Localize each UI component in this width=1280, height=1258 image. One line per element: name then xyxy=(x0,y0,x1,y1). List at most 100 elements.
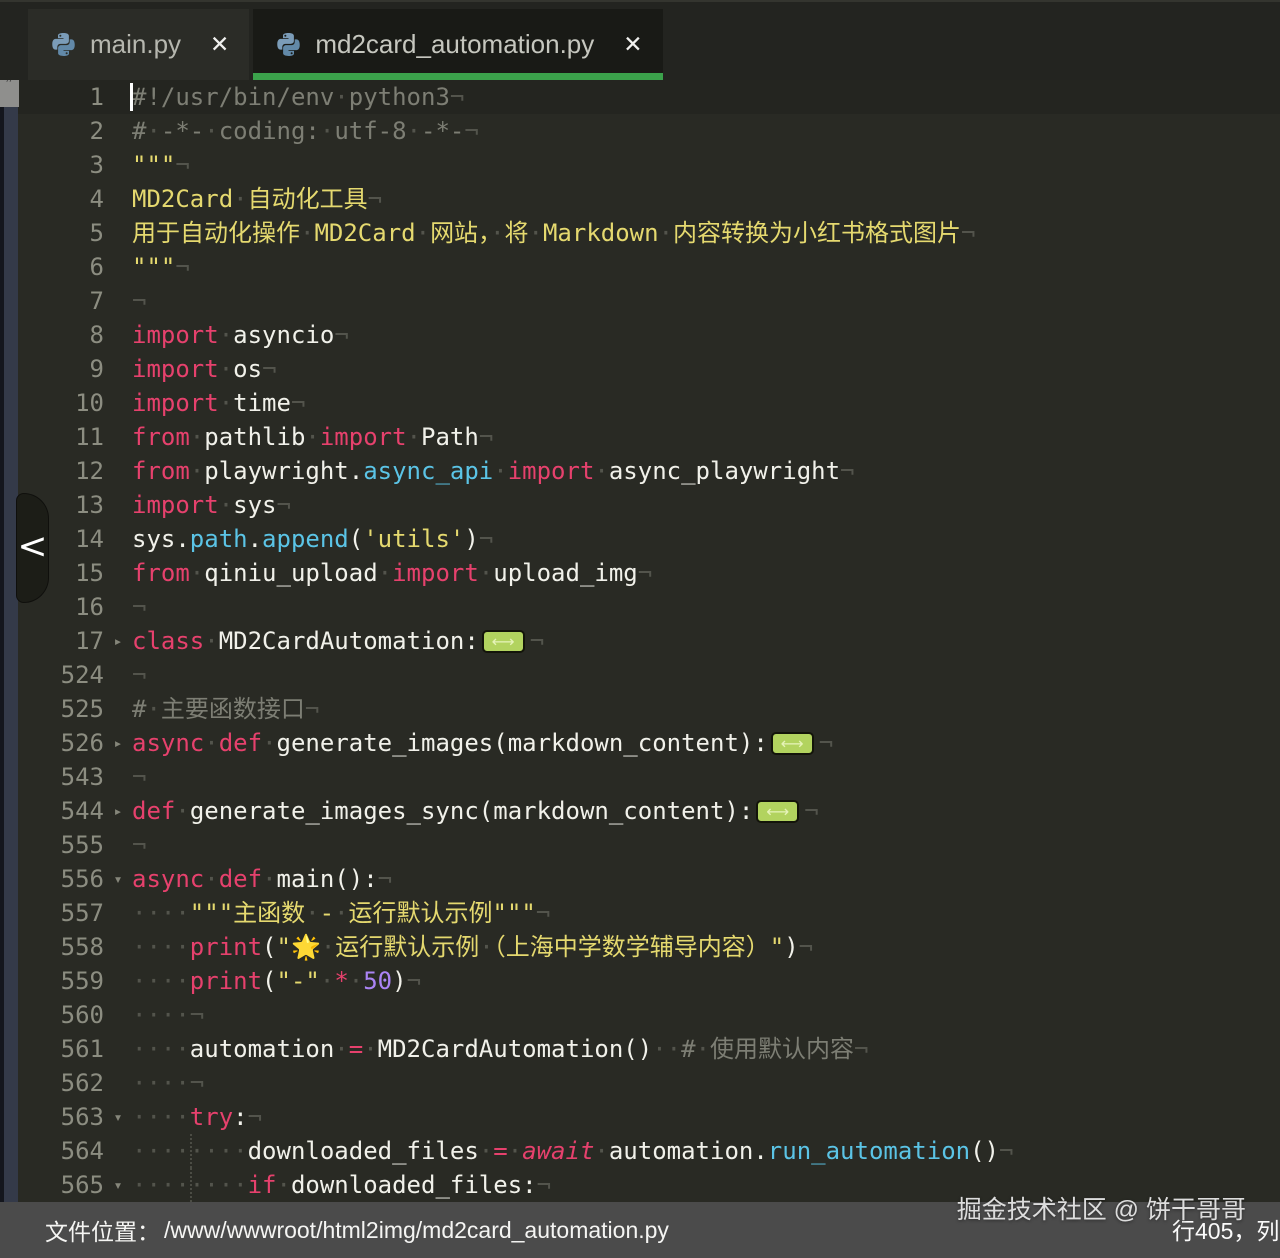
code-text[interactable]: class·MD2CardAutomation:⟷¬ xyxy=(132,624,1280,658)
whitespace-marks: · xyxy=(320,117,334,145)
code-text[interactable]: ····"""主函数·-·运行默认示例"""¬ xyxy=(132,896,1280,930)
code-text[interactable]: import·sys¬ xyxy=(132,488,1280,522)
code-line[interactable]: 544▸def·generate_images_sync(markdown_co… xyxy=(0,794,1280,828)
code-line[interactable]: 561····automation·=·MD2CardAutomation()·… xyxy=(0,1032,1280,1066)
code-line[interactable]: 10import·time¬ xyxy=(0,386,1280,420)
fold-arrow-icon[interactable]: ▸ xyxy=(104,624,132,658)
code-line[interactable]: 12from·playwright.async_api·import·async… xyxy=(0,454,1280,488)
close-icon[interactable]: ✕ xyxy=(623,33,642,56)
fold-arrow-icon[interactable]: ▾ xyxy=(104,1100,132,1134)
whitespace-marks: ¬ xyxy=(638,559,652,587)
code-text[interactable]: from·pathlib·import·Path¬ xyxy=(132,420,1280,454)
whitespace-marks: ¬ xyxy=(537,1171,551,1199)
fold-arrow-icon[interactable]: ▸ xyxy=(104,726,132,760)
code-line[interactable]: 6"""¬ xyxy=(0,250,1280,284)
code-line[interactable]: 559····print("-"·*·50)¬ xyxy=(0,964,1280,998)
fold-gutter xyxy=(104,964,132,998)
code-line[interactable]: 563▾····try:¬ xyxy=(0,1100,1280,1134)
code-text[interactable]: ····print("-"·*·50)¬ xyxy=(132,964,1280,998)
code-line[interactable]: 8import·asyncio¬ xyxy=(0,318,1280,352)
code-line[interactable]: 13import·sys¬ xyxy=(0,488,1280,522)
code-line[interactable]: 4MD2Card·自动化工具¬ xyxy=(0,182,1280,216)
code-line[interactable]: 1#!/usr/bin/env·python3¬ xyxy=(0,80,1280,114)
folded-code-pill[interactable]: ⟷ xyxy=(482,630,525,653)
fold-gutter xyxy=(104,386,132,420)
code-line[interactable]: 524¬ xyxy=(0,658,1280,692)
code-text[interactable]: from·qiniu_upload·import·upload_img¬ xyxy=(132,556,1280,590)
whitespace-marks: ····¬ xyxy=(132,1069,204,1097)
code-line[interactable]: 14sys.path.append('utils')¬ xyxy=(0,522,1280,556)
close-icon[interactable]: ✕ xyxy=(210,33,229,56)
tab-md2card-automation-py[interactable]: md2card_automation.py ✕ xyxy=(253,9,662,80)
code-text[interactable]: ········downloaded_files·=·await·automat… xyxy=(132,1134,1280,1168)
code-text[interactable]: sys.path.append('utils')¬ xyxy=(132,522,1280,556)
token: ) xyxy=(784,933,798,961)
code-line[interactable]: 15from·qiniu_upload·import·upload_img¬ xyxy=(0,556,1280,590)
code-area[interactable]: 1#!/usr/bin/env·python3¬2#·-*-·coding:·u… xyxy=(0,80,1280,1202)
whitespace-marks: ¬ xyxy=(291,389,305,417)
code-text[interactable]: ¬ xyxy=(132,284,1280,318)
token: import xyxy=(508,457,595,485)
code-text[interactable]: #!/usr/bin/env·python3¬ xyxy=(132,80,1280,114)
code-text[interactable]: ¬ xyxy=(132,658,1280,692)
folded-code-pill[interactable]: ⟷ xyxy=(756,800,799,823)
code-text[interactable]: ¬ xyxy=(132,590,1280,624)
code-text[interactable]: #·主要函数接口¬ xyxy=(132,692,1280,726)
code-text[interactable]: ····automation·=·MD2CardAutomation()··#·… xyxy=(132,1032,1280,1066)
code-line[interactable]: 564········downloaded_files·=·await·auto… xyxy=(0,1134,1280,1168)
whitespace-marks: · xyxy=(262,729,276,757)
folded-code-pill[interactable]: ⟷ xyxy=(771,732,814,755)
code-line[interactable]: 526▸async·def·generate_images(markdown_c… xyxy=(0,726,1280,760)
code-line[interactable]: 557····"""主函数·-·运行默认示例"""¬ xyxy=(0,896,1280,930)
token: . xyxy=(248,525,262,553)
code-text[interactable]: ¬ xyxy=(132,828,1280,862)
code-text[interactable]: ····¬ xyxy=(132,998,1280,1032)
token: （上海中学数学辅导内容）" xyxy=(494,933,784,961)
fold-arrow-icon[interactable]: ▸ xyxy=(104,794,132,828)
code-text[interactable]: def·generate_images_sync(markdown_conten… xyxy=(132,794,1280,828)
code-text[interactable]: #·-*-·coding:·utf-8·-*-¬ xyxy=(132,114,1280,148)
code-line[interactable]: 2#·-*-·coding:·utf-8·-*-¬ xyxy=(0,114,1280,148)
code-line[interactable]: 16¬ xyxy=(0,590,1280,624)
code-text[interactable]: async·def·main():¬ xyxy=(132,862,1280,896)
code-text[interactable]: 用于自动化操作·MD2Card·网站，·将·Markdown·内容转换为小红书格… xyxy=(132,216,1280,250)
code-line[interactable]: 560····¬ xyxy=(0,998,1280,1032)
code-text[interactable]: import·asyncio¬ xyxy=(132,318,1280,352)
fold-arrow-icon[interactable]: ▾ xyxy=(104,1168,132,1202)
code-line[interactable]: 3"""¬ xyxy=(0,148,1280,182)
code-line[interactable]: 555¬ xyxy=(0,828,1280,862)
token: MD2CardAutomation: xyxy=(219,627,479,655)
code-text[interactable]: import·os¬ xyxy=(132,352,1280,386)
fold-arrow-icon[interactable]: ▾ xyxy=(104,862,132,896)
code-text[interactable]: MD2Card·自动化工具¬ xyxy=(132,182,1280,216)
code-line[interactable]: 562····¬ xyxy=(0,1066,1280,1100)
code-text[interactable]: ····print("🌟·运行默认示例·（上海中学数学辅导内容）")¬ xyxy=(132,930,1280,964)
code-line[interactable]: 543¬ xyxy=(0,760,1280,794)
code-line[interactable]: 558····print("🌟·运行默认示例·（上海中学数学辅导内容）")¬ xyxy=(0,930,1280,964)
code-text[interactable]: """¬ xyxy=(132,250,1280,284)
whitespace-marks: · xyxy=(190,457,204,485)
code-line[interactable]: 11from·pathlib·import·Path¬ xyxy=(0,420,1280,454)
code-line[interactable]: 556▾async·def·main():¬ xyxy=(0,862,1280,896)
code-line[interactable]: 7¬ xyxy=(0,284,1280,318)
code-text[interactable]: from·playwright.async_api·import·async_p… xyxy=(132,454,1280,488)
whitespace-marks: ¬ xyxy=(175,253,189,281)
code-text[interactable]: """¬ xyxy=(132,148,1280,182)
code-text[interactable]: import·time¬ xyxy=(132,386,1280,420)
file-location-label: 文件位置： xyxy=(45,1213,160,1247)
left-scrollbar[interactable] xyxy=(0,80,18,1202)
code-line[interactable]: 17▸class·MD2CardAutomation:⟷¬ xyxy=(0,624,1280,658)
code-line[interactable]: 525#·主要函数接口¬ xyxy=(0,692,1280,726)
whitespace-marks: · xyxy=(146,117,160,145)
tab-main-py[interactable]: main.py ✕ xyxy=(28,9,249,80)
code-text[interactable]: ¬ xyxy=(132,760,1280,794)
token: sys. xyxy=(132,525,190,553)
code-text[interactable]: ····¬ xyxy=(132,1066,1280,1100)
code-text[interactable]: ····try:¬ xyxy=(132,1100,1280,1134)
code-line[interactable]: 5用于自动化操作·MD2Card·网站，·将·Markdown·内容转换为小红书… xyxy=(0,216,1280,250)
code-line[interactable]: 9import·os¬ xyxy=(0,352,1280,386)
whitespace-marks: · xyxy=(190,423,204,451)
code-text[interactable]: async·def·generate_images(markdown_conte… xyxy=(132,726,1280,760)
token: import xyxy=(320,423,407,451)
sidebar-collapse-handle[interactable]: < xyxy=(16,493,49,603)
